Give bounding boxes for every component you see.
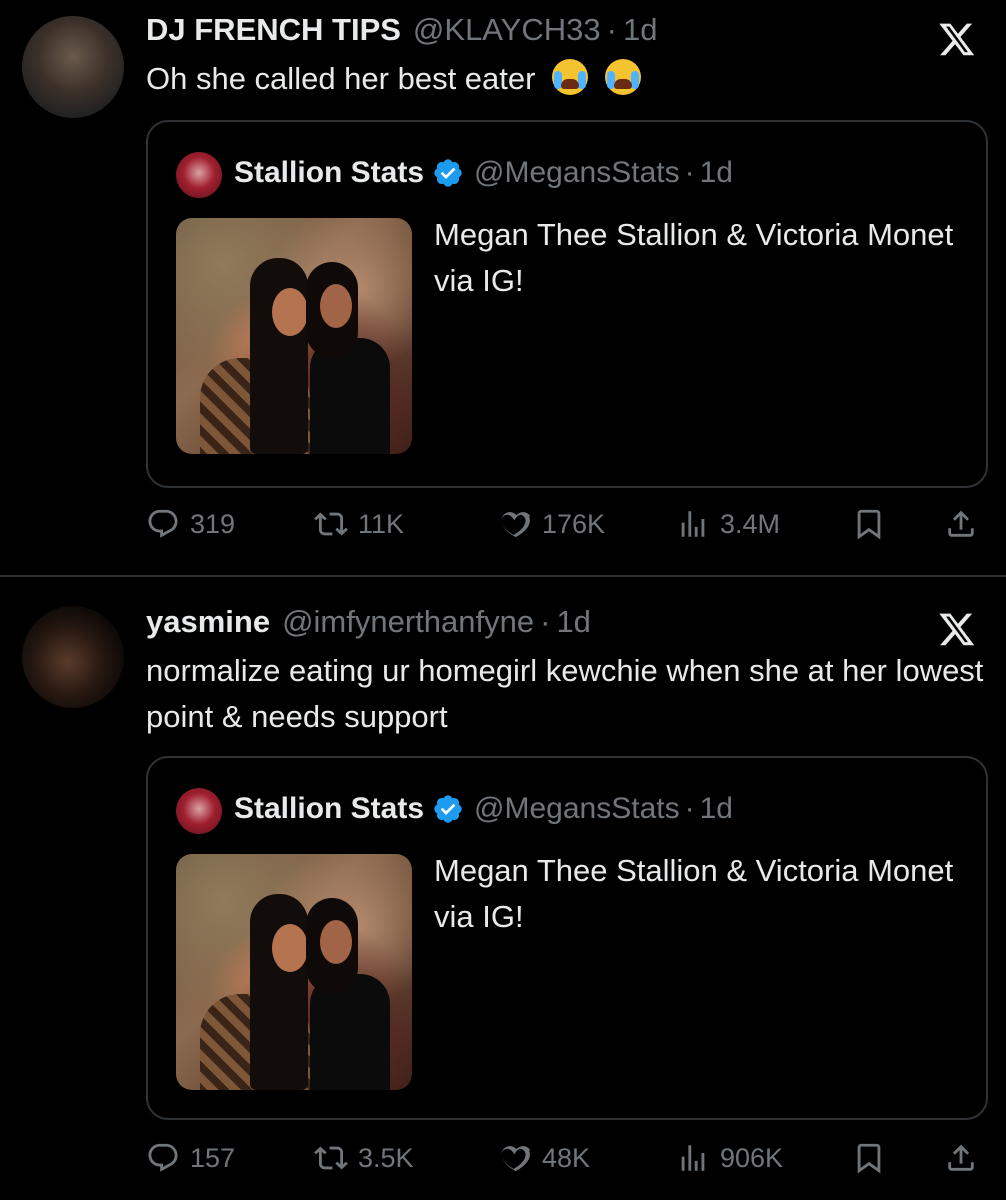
quoted-display-name[interactable]: Stallion Stats (234, 792, 424, 826)
tweet-header: yasmine @imfynerthanfyne · 1d (146, 604, 591, 640)
quoted-text: Megan Thee Stallion & Victoria Monet via… (434, 217, 954, 298)
retweet-icon (314, 1146, 348, 1170)
quoted-header: Stallion Stats @MegansStats · 1d (234, 792, 733, 826)
tweet-text: normalize eating ur homegirl kewchie whe… (146, 653, 984, 734)
separator: · (684, 792, 695, 825)
separator: · (606, 12, 617, 47)
tweet-header: DJ FRENCH TIPS @KLAYCH33 · 1d (146, 12, 657, 48)
user-handle[interactable]: @KLAYCH33 (413, 12, 601, 48)
avatar[interactable] (22, 16, 124, 118)
reply-icon (148, 1143, 178, 1172)
loudly-crying-face-emoji (604, 59, 641, 95)
x-logo-icon (939, 613, 975, 646)
quoted-avatar[interactable] (176, 788, 222, 834)
separator: · (540, 604, 551, 639)
like-count: 176K (542, 508, 606, 539)
share-icon (948, 510, 974, 537)
retweet-button[interactable]: 3.5K (314, 1134, 414, 1182)
loudly-crying-face-emoji (552, 59, 589, 95)
tweet-text-content: Oh she called her best eater (146, 61, 536, 96)
bookmark-button[interactable] (852, 500, 886, 548)
tweet-text: Oh she called her best eater (146, 56, 984, 102)
action-bar: 157 3.5K 48K 906K (146, 1134, 986, 1182)
tweet-divider (0, 575, 1006, 577)
bookmark-icon (857, 509, 881, 540)
reply-icon (148, 509, 178, 538)
quoted-timestamp[interactable]: 1d (700, 156, 733, 190)
bookmark-icon (857, 1143, 881, 1174)
reply-count: 319 (190, 508, 236, 539)
views-count: 906K (720, 1142, 784, 1173)
share-button[interactable] (944, 500, 978, 548)
tweet-1[interactable]: DJ FRENCH TIPS @KLAYCH33 · 1d Oh she cal… (0, 0, 1006, 575)
views-icon (681, 1145, 705, 1171)
like-count: 48K (542, 1142, 591, 1173)
timestamp[interactable]: 1d (556, 604, 590, 640)
quoted-tweet[interactable]: Stallion Stats @MegansStats · 1d Megan T… (146, 756, 988, 1120)
quoted-display-name[interactable]: Stallion Stats (234, 156, 424, 190)
x-logo-icon (939, 23, 975, 56)
quoted-tweet[interactable]: Stallion Stats @MegansStats · 1d Megan T… (146, 120, 988, 488)
views-button[interactable]: 906K (676, 1134, 783, 1182)
display-name[interactable]: yasmine (146, 604, 270, 640)
views-icon (681, 511, 705, 537)
quoted-timestamp[interactable]: 1d (700, 792, 733, 826)
views-count: 3.4M (720, 508, 781, 539)
like-button[interactable]: 176K (498, 500, 605, 548)
reply-button[interactable]: 157 (146, 1134, 235, 1182)
share-icon (948, 1144, 974, 1171)
retweet-button[interactable]: 11K (314, 500, 404, 548)
timestamp[interactable]: 1d (623, 12, 657, 48)
user-handle[interactable]: @imfynerthanfyne (282, 604, 534, 640)
tweet-2[interactable]: yasmine @imfynerthanfyne · 1d normalize … (0, 578, 1006, 1200)
separator: · (684, 156, 695, 189)
reply-count: 157 (190, 1142, 236, 1173)
verified-badge-icon (434, 795, 462, 823)
verified-badge-icon (434, 159, 462, 187)
quoted-photo[interactable] (176, 854, 412, 1090)
quoted-handle[interactable]: @MegansStats (474, 156, 680, 190)
like-icon (501, 512, 531, 538)
action-bar: 319 11K 176K 3.4M (146, 500, 986, 548)
share-button[interactable] (944, 1134, 978, 1182)
display-name[interactable]: DJ FRENCH TIPS (146, 12, 401, 48)
retweet-icon (314, 512, 348, 536)
retweet-count: 11K (358, 508, 405, 539)
retweet-count: 3.5K (358, 1142, 414, 1173)
like-icon (501, 1146, 531, 1172)
views-button[interactable]: 3.4M (676, 500, 780, 548)
quoted-header: Stallion Stats @MegansStats · 1d (234, 156, 733, 190)
bookmark-button[interactable] (852, 1134, 886, 1182)
quoted-text: Megan Thee Stallion & Victoria Monet via… (434, 853, 954, 934)
quoted-handle[interactable]: @MegansStats (474, 792, 680, 826)
quoted-photo[interactable] (176, 218, 412, 454)
reply-button[interactable]: 319 (146, 500, 235, 548)
avatar[interactable] (22, 606, 124, 708)
like-button[interactable]: 48K (498, 1134, 590, 1182)
quoted-avatar[interactable] (176, 152, 222, 198)
